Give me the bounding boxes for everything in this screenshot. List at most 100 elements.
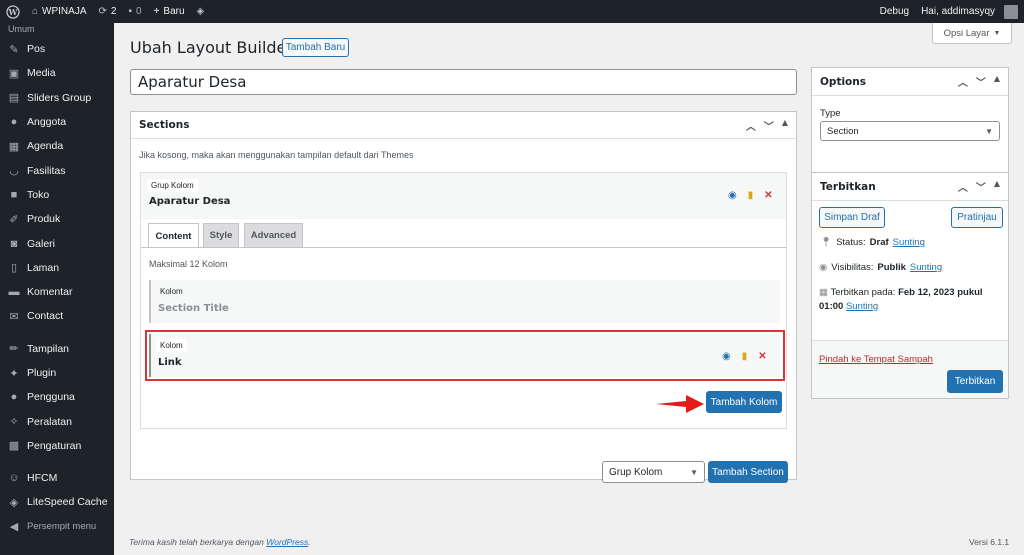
type-select[interactable]: Section ▼: [820, 121, 1000, 141]
updates-link[interactable]: ⟳ 2: [93, 0, 123, 23]
account-menu[interactable]: Hai, addimasyqy: [915, 0, 1024, 23]
comment-icon: ▪: [128, 6, 132, 17]
sidebar-item-agenda[interactable]: ▦ Agenda: [0, 134, 114, 158]
sidebar-item-label: Agenda: [27, 140, 64, 153]
move-down-icon[interactable]: ﹀: [976, 179, 986, 194]
move-down-icon[interactable]: ﹀: [976, 74, 986, 89]
edit-visibility-link[interactable]: Sunting: [910, 262, 942, 273]
new-label: Baru: [163, 6, 185, 17]
sections-hint: Jika kosong, maka akan menggunakan tampi…: [139, 150, 414, 160]
sidebar-item-toko[interactable]: ■ Toko: [0, 183, 114, 207]
move-up-icon[interactable]: ︿: [746, 118, 756, 133]
status-label: Status:: [836, 237, 866, 248]
sidebar-item-plugin[interactable]: ✦ Plugin: [0, 361, 114, 385]
new-content-link[interactable]: + Baru: [148, 0, 191, 23]
post-title-input[interactable]: Aparatur Desa: [130, 69, 797, 95]
sidebar-item-media[interactable]: ▣ Media: [0, 61, 114, 85]
kolom-title: Section Title: [158, 303, 229, 314]
calendar-icon: ▦: [8, 140, 20, 153]
store-icon: ■: [10, 188, 18, 201]
edit-date-link[interactable]: Sunting: [846, 301, 878, 312]
kolom-item[interactable]: Kolom Section Title: [149, 280, 780, 323]
section-type-select[interactable]: Grup Kolom ▼: [602, 461, 705, 483]
wordpress-link[interactable]: WordPress: [266, 537, 308, 547]
status-row: 📍︎ Status: Draf Sunting: [820, 237, 925, 248]
published-label: Terbitkan pada:: [830, 287, 896, 298]
avatar: [1004, 4, 1018, 19]
home-icon: ⌂: [32, 6, 39, 17]
site-name-link[interactable]: ⌂ WPINAJA: [26, 0, 93, 23]
toggle-panel-icon[interactable]: ▲: [782, 118, 788, 133]
grup-kolom-header[interactable]: [141, 173, 786, 219]
sidebar-item-laman[interactable]: ▯ Laman: [0, 256, 114, 280]
toggle-panel-icon[interactable]: ▲: [994, 179, 1000, 194]
eye-icon[interactable]: ◉: [728, 190, 737, 201]
updates-count: 2: [110, 6, 117, 17]
close-icon[interactable]: ✕: [758, 351, 766, 362]
sidebar-item-label: Sliders Group: [27, 91, 92, 104]
sidebar-item-contact[interactable]: ✉ Contact: [0, 304, 114, 328]
debug-link[interactable]: Debug: [874, 0, 915, 23]
add-new-button[interactable]: Tambah Baru: [282, 38, 349, 57]
copy-icon[interactable]: ▮: [748, 190, 754, 201]
sidebar-item-komentar[interactable]: ▬ Komentar: [0, 280, 114, 304]
sidebar-item-pos[interactable]: ✎ Pos: [0, 37, 114, 61]
publish-button[interactable]: Terbitkan: [947, 370, 1003, 393]
tab-style[interactable]: Style: [203, 223, 239, 247]
sidebar-item-label: Toko: [27, 188, 50, 201]
move-up-icon[interactable]: ︿: [958, 179, 968, 194]
camera-icon: ◙: [10, 237, 18, 250]
paint-icon: ✐: [9, 213, 19, 226]
sidebar-item-galeri[interactable]: ◙ Galeri: [0, 231, 114, 255]
sidebar-item-pengguna[interactable]: ● Pengguna: [0, 385, 114, 409]
wordpress-logo-icon[interactable]: W: [0, 0, 26, 23]
sidebar-item-label: Pengguna: [27, 391, 75, 404]
plus-icon: +: [153, 6, 160, 17]
published-row: ▦ Terbitkan pada: Feb 12, 2023 pukul 01:…: [819, 286, 1004, 314]
plugin-diamond-icon[interactable]: ◈: [191, 0, 211, 23]
edit-status-link[interactable]: Sunting: [893, 237, 925, 248]
comments-link[interactable]: ▪ 0: [122, 0, 147, 23]
calendar-icon: ▦: [819, 287, 828, 298]
sidebar-item-tampilan[interactable]: ✏ Tampilan: [0, 337, 114, 361]
sidebar-item-produk[interactable]: ✐ Produk: [0, 207, 114, 231]
close-icon[interactable]: ✕: [764, 190, 772, 201]
smiley-icon: ◡: [9, 165, 19, 178]
settings-icon: ▩: [8, 440, 20, 453]
sidebar-item-litespeed-cache[interactable]: ◈ LiteSpeed Cache: [0, 490, 114, 514]
toggle-panel-icon[interactable]: ▲: [994, 74, 1000, 89]
copy-icon[interactable]: ▮: [742, 351, 748, 362]
add-kolom-button[interactable]: Tambah Kolom: [706, 391, 782, 413]
kolom-item[interactable]: Kolom Link ◉ ▮ ✕: [149, 334, 780, 377]
sidebar-section-umum[interactable]: Umum: [0, 23, 114, 37]
published-time: 01:00: [819, 301, 844, 312]
options-title: Options: [820, 75, 866, 88]
sidebar-item-anggota[interactable]: ● Anggota: [0, 110, 114, 134]
sidebar-item-label: HFCM: [27, 472, 58, 485]
move-down-icon[interactable]: ﹀: [764, 118, 774, 133]
tab-divider: [141, 247, 786, 248]
sidebar-item-sliders-group[interactable]: ▤ Sliders Group: [0, 86, 114, 110]
sidebar-item-hfcm[interactable]: ☺ HFCM: [0, 466, 114, 490]
publish-actions: Pindah ke Tempat Sampah Terbitkan: [812, 340, 1008, 398]
collapse-menu-button[interactable]: ◀ Persempit menu: [0, 515, 114, 539]
admin-sidebar: Umum ✎ Pos ▣ Media ▤ Sliders Group ● Anggota ▦ Ag…: [0, 23, 114, 555]
sidebar-item-label: Komentar: [27, 286, 73, 299]
sidebar-item-label: Contact: [27, 310, 64, 323]
tab-content[interactable]: Content: [148, 223, 199, 248]
screen-options-button[interactable]: Opsi Layar ▼: [932, 23, 1012, 44]
sidebar-item-pengaturan[interactable]: ▩ Pengaturan: [0, 434, 114, 458]
save-draft-button[interactable]: Simpan Draf: [819, 207, 885, 228]
sidebar-item-fasilitas[interactable]: ◡ Fasilitas: [0, 158, 114, 182]
sidebar-item-label: Produk: [27, 213, 61, 226]
preview-button[interactable]: Pratinjau: [951, 207, 1003, 228]
sidebar-item-peralatan[interactable]: ✧ Peralatan: [0, 409, 114, 433]
trash-link[interactable]: Pindah ke Tempat Sampah: [819, 354, 933, 365]
eye-icon[interactable]: ◉: [722, 351, 731, 362]
tab-advanced[interactable]: Advanced: [244, 223, 303, 247]
publish-header: Terbitkan ︿ ﹀ ▲: [812, 173, 1008, 201]
add-section-button[interactable]: Tambah Section: [708, 461, 788, 483]
wrench-icon: ✧: [9, 416, 19, 429]
sidebar-item-label: Tampilan: [27, 342, 70, 355]
move-up-icon[interactable]: ︿: [958, 74, 968, 89]
